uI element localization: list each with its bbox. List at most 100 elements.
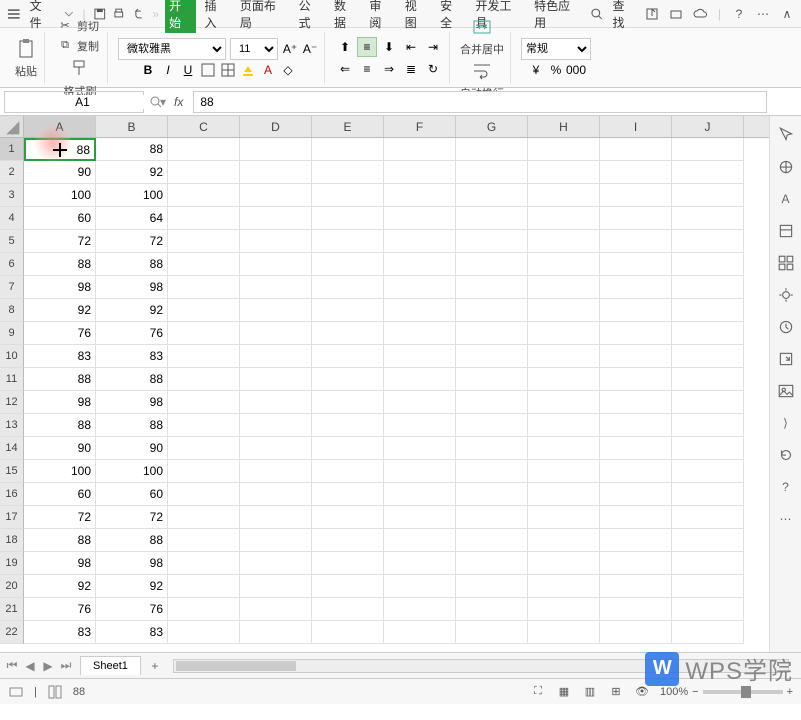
cell[interactable] [384,391,456,414]
cell[interactable]: 83 [96,345,168,368]
cell[interactable]: 88 [96,138,168,161]
row-header[interactable]: 2 [0,161,24,184]
font-name-select[interactable]: 微软雅黑 [118,38,226,60]
cell[interactable] [240,207,312,230]
cell[interactable] [456,414,528,437]
cell[interactable] [168,230,240,253]
cell[interactable] [600,184,672,207]
row-header[interactable]: 15 [0,460,24,483]
cell[interactable] [600,207,672,230]
cell[interactable] [528,414,600,437]
align-left-icon[interactable]: ⇐ [335,59,355,79]
tab-page-layout[interactable]: 页面布局 [236,0,291,33]
cell[interactable] [240,299,312,322]
row-header[interactable]: 6 [0,253,24,276]
cell[interactable] [240,391,312,414]
cell[interactable] [456,253,528,276]
cell[interactable] [600,575,672,598]
cell[interactable] [528,552,600,575]
row-header[interactable]: 4 [0,207,24,230]
increase-indent-icon[interactable]: ⇥ [423,37,443,57]
cell[interactable]: 98 [96,552,168,575]
select-all-corner[interactable] [0,116,24,137]
cell[interactable] [672,506,744,529]
cell[interactable] [240,345,312,368]
row-header[interactable]: 12 [0,391,24,414]
cell[interactable]: 88 [96,414,168,437]
cell[interactable] [528,483,600,506]
cell[interactable] [384,253,456,276]
cell[interactable] [384,368,456,391]
cell[interactable] [528,322,600,345]
cut-button[interactable]: ✂剪切 [55,17,101,35]
align-right-icon[interactable]: ⇒ [379,59,399,79]
decrease-indent-icon[interactable]: ⇤ [401,37,421,57]
cell[interactable] [672,230,744,253]
more-icon[interactable]: ⋯ [755,6,771,22]
cell[interactable] [528,253,600,276]
cell[interactable] [384,460,456,483]
increase-font-icon[interactable]: A⁺ [282,41,298,57]
cell[interactable]: 100 [96,184,168,207]
cell[interactable] [312,529,384,552]
cell[interactable] [168,391,240,414]
cell[interactable] [312,598,384,621]
cell[interactable] [168,345,240,368]
cell[interactable]: 90 [24,161,96,184]
cell[interactable] [600,138,672,161]
cell[interactable] [456,299,528,322]
cell[interactable]: 76 [24,322,96,345]
cell[interactable] [672,575,744,598]
align-top-icon[interactable]: ⬆ [335,37,355,57]
collapse-ribbon-icon[interactable]: ∧ [779,6,795,22]
add-sheet-button[interactable]: + [145,656,165,676]
cell[interactable] [384,299,456,322]
row-header[interactable]: 9 [0,322,24,345]
cell[interactable] [240,483,312,506]
paste-button[interactable]: 粘贴 [14,37,38,79]
zoom-out-icon[interactable]: − [692,686,698,698]
cell[interactable] [240,322,312,345]
name-box-input[interactable] [5,95,160,109]
cell[interactable] [312,253,384,276]
cell[interactable]: 72 [96,506,168,529]
tab-formulas[interactable]: 公式 [295,0,326,33]
cell[interactable]: 72 [96,230,168,253]
cell[interactable] [600,276,672,299]
italic-icon[interactable]: I [160,62,176,78]
cell[interactable] [528,368,600,391]
cell-style-icon[interactable] [220,62,236,78]
cell[interactable] [168,253,240,276]
cell[interactable] [240,368,312,391]
cell[interactable]: 98 [24,391,96,414]
search-icon[interactable] [589,6,605,22]
cell[interactable] [600,598,672,621]
search-label[interactable]: 查找 [608,0,639,33]
cell[interactable] [456,322,528,345]
cell[interactable] [528,575,600,598]
cell[interactable] [240,529,312,552]
row-header[interactable]: 14 [0,437,24,460]
cell[interactable] [528,437,600,460]
cell[interactable]: 98 [24,552,96,575]
row-header[interactable]: 10 [0,345,24,368]
cell[interactable] [672,207,744,230]
row-header[interactable]: 18 [0,529,24,552]
cell[interactable] [312,621,384,644]
cell[interactable]: 60 [24,207,96,230]
minimize-panel-icon[interactable]: ⟩ [777,414,795,432]
comma-icon[interactable]: 000 [568,62,584,78]
font-color-icon[interactable]: A [260,62,276,78]
cell[interactable] [168,161,240,184]
cell[interactable] [528,391,600,414]
cell[interactable]: 92 [96,575,168,598]
backup-icon[interactable] [777,318,795,336]
cell[interactable] [240,184,312,207]
cell[interactable] [528,161,600,184]
cell[interactable] [168,460,240,483]
cell[interactable] [312,414,384,437]
cell[interactable] [168,437,240,460]
cell[interactable] [312,276,384,299]
cell[interactable] [672,322,744,345]
cell[interactable]: 98 [24,276,96,299]
